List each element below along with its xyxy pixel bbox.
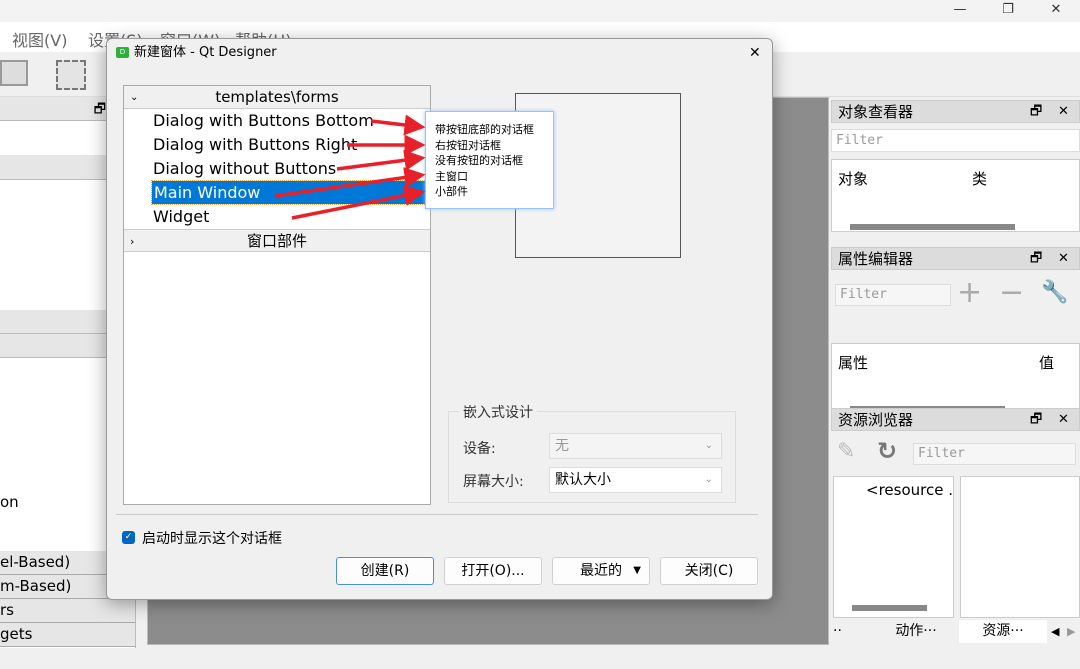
edit-pencil-icon[interactable]: ✎ [837,439,855,464]
panel-title: 资源浏览器 [838,411,914,429]
group-title: 嵌入式设计 [459,402,537,422]
tool-icon-window[interactable] [0,60,28,86]
column-header-object[interactable]: 对象 [838,168,868,189]
category-row[interactable]: rs [0,599,135,623]
maximize-button[interactable]: ❐ [993,2,1023,17]
minimize-button[interactable]: — [945,2,975,17]
new-form-dialog: D 新建窗体 - Qt Designer ✕ ⌄ templates\forms … [106,38,773,600]
recent-button[interactable]: 最近的 ▼ [552,557,650,585]
close-icon[interactable]: ✕ [1058,409,1069,431]
resource-list[interactable] [960,476,1080,618]
arrow [291,185,426,220]
open-button[interactable]: 打开(O)... [444,557,542,585]
annotation-arrows [274,114,426,220]
object-inspector: 对象查看器 🗗 ✕ Filter 对象 类 [831,100,1080,232]
tab-resources[interactable]: 资源··· [959,620,1047,643]
arrow [370,114,426,136]
close-icon[interactable]: ✕ [1058,101,1069,123]
arrow [274,167,426,198]
screen-size-combo[interactable]: 默认大小 ⌄ [549,467,722,493]
resource-root-item[interactable]: <resource . [866,481,953,499]
float-icon[interactable]: 🗗 [1030,248,1042,270]
tab-actions[interactable]: 动作··· [874,620,958,643]
embedded-design-group: 嵌入式设计 设备: 无 ⌄ 屏幕大小: 默认大小 ⌄ [448,402,736,503]
horizontal-scrollbar[interactable] [852,605,927,611]
device-label: 设备: [463,441,496,457]
panel-title: 属性编辑器 [838,250,914,268]
add-icon[interactable]: + [957,276,982,310]
screen-size-label: 屏幕大小: [463,474,524,490]
object-inspector-header: 对象查看器 🗗 ✕ [831,100,1080,123]
show-on-start-label: 启动时显示这个对话框 [142,531,282,547]
resource-tree[interactable]: <resource . [833,476,954,618]
close-icon[interactable]: ✕ [1058,248,1069,270]
bottom-tabbar: ·· 动作··· 资源··· ◀ ▶ [831,620,1080,644]
float-icon[interactable]: 🗗 [1030,409,1042,431]
resource-browser: 资源浏览器 🗗 ✕ ✎ ↻ Filter <resource . ·· 动作··· … [831,408,1080,643]
remove-icon[interactable]: − [999,276,1024,310]
combo-value: 默认大小 [555,472,611,488]
object-filter-input[interactable]: Filter [831,129,1080,152]
object-tree[interactable]: 对象 类 [831,159,1080,232]
category-row[interactable]: gets [0,623,135,647]
close-button[interactable]: ✕ [1041,2,1071,17]
divider [116,514,758,515]
property-filter-input[interactable]: Filter [835,284,951,306]
recent-label: 最近的 [580,563,622,579]
property-editor-header: 属性编辑器 🗗 ✕ [831,247,1080,270]
device-combo[interactable]: 无 ⌄ [549,433,722,459]
combo-value: 无 [555,438,569,454]
float-icon[interactable]: 🗗 [1030,101,1042,123]
tab-scroll-left-icon[interactable]: ◀ [1051,620,1059,643]
close-dialog-button[interactable]: 关闭(C) [660,557,758,585]
resource-browser-header: 资源浏览器 🗗 ✕ [831,408,1080,431]
column-header-property[interactable]: 属性 [838,352,868,373]
widget-item-partial[interactable]: on [0,493,19,511]
show-on-start-checkbox[interactable]: ✓ [122,531,135,544]
dropdown-arrow-icon: ▼ [633,565,641,576]
chevron-down-icon: ⌄ [704,474,713,485]
tool-icon-layout[interactable] [56,60,86,90]
property-editor: 属性编辑器 🗗 ✕ Filter + − 🔧 属性 值 [831,247,1080,413]
resource-filter-input[interactable]: Filter [913,443,1076,465]
column-header-class[interactable]: 类 [972,168,987,189]
reload-icon[interactable]: ↻ [877,437,897,465]
column-header-value[interactable]: 值 [1039,352,1054,373]
app-title-bar: — ❐ ✕ [0,0,1080,22]
panel-title: 对象查看器 [838,103,914,121]
wrench-icon[interactable]: 🔧 [1041,280,1068,305]
horizontal-scrollbar[interactable] [850,224,1015,230]
chevron-down-icon: ⌄ [704,440,713,451]
arrow [336,149,426,171]
property-table[interactable]: 属性 值 [831,343,1080,413]
menu-view[interactable]: 视图(V) [12,27,67,51]
tab-partial[interactable]: ·· [833,620,842,643]
float-icon[interactable]: 🗗 [94,100,106,122]
tab-scroll-right-icon[interactable]: ▶ [1067,620,1075,643]
create-button[interactable]: 创建(R) [336,557,434,585]
